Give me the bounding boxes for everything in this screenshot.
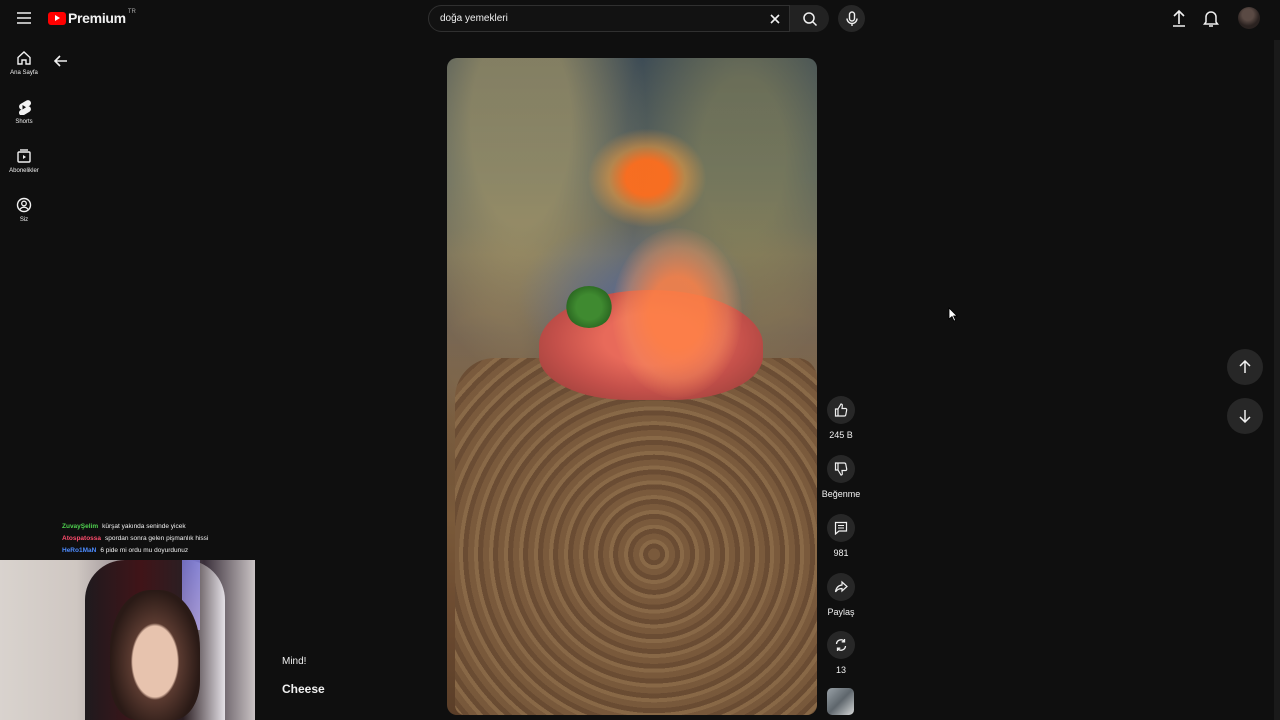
overlay-text-line2: Cheese [282, 682, 325, 696]
side-navigation: Ana Sayfa Shorts Abonelikler Siz [0, 45, 48, 241]
upload-icon[interactable] [1170, 8, 1188, 28]
shorts-icon [19, 100, 31, 115]
dislike-button[interactable]: Beğenme [820, 455, 862, 499]
shorts-video-player[interactable] [447, 58, 817, 715]
sidebar-item-you[interactable]: Siz [0, 192, 48, 241]
chat-text: kürşat yakında seninde yicek [102, 523, 186, 530]
remix-count: 13 [835, 665, 846, 675]
sidebar-item-shorts[interactable]: Shorts [0, 94, 48, 143]
top-bar: Premium TR doğa yemekleri [0, 0, 1280, 38]
share-button[interactable]: Paylaş [820, 573, 862, 617]
thumbs-down-icon [834, 462, 848, 476]
menu-icon[interactable] [14, 8, 34, 28]
search-button[interactable] [789, 5, 829, 32]
arrow-down-icon [1239, 410, 1251, 423]
share-label: Paylaş [827, 607, 855, 617]
youtube-premium-logo[interactable]: Premium TR [48, 9, 136, 26]
video-herb-garnish [565, 286, 613, 328]
brand-label: Premium [68, 10, 126, 26]
comment-icon [834, 521, 848, 535]
comments-button[interactable]: 981 [820, 514, 862, 558]
region-label: TR [127, 9, 136, 15]
dislike-label: Beğenme [821, 489, 861, 499]
search-icon [802, 11, 817, 26]
voice-search-button[interactable] [838, 5, 865, 32]
sidebar-item-subscriptions[interactable]: Abonelikler [0, 143, 48, 192]
channel-avatar[interactable] [827, 688, 854, 715]
back-arrow-icon[interactable] [52, 52, 70, 70]
chat-text: spordan sonra gelen pişmanlık hissi [105, 535, 209, 542]
notifications-icon[interactable] [1202, 8, 1220, 28]
microphone-icon [845, 10, 858, 26]
account-avatar[interactable] [1238, 7, 1260, 29]
remix-icon [835, 639, 847, 651]
comment-count: 981 [833, 548, 849, 558]
video-flame [587, 128, 707, 228]
search-box: doğa yemekleri [428, 5, 829, 32]
next-short-button[interactable] [1227, 398, 1263, 434]
video-fire-burst [612, 228, 742, 398]
webcam-streamer [110, 590, 200, 720]
thumbs-up-icon [834, 403, 848, 417]
remix-button[interactable]: 13 [820, 631, 862, 675]
clear-search-icon[interactable] [768, 12, 782, 26]
page-scrollbar[interactable] [1274, 40, 1280, 720]
chat-message: HeRo1MaN 6 pide mi ordu mu doyurdunuz [62, 545, 208, 557]
previous-short-button[interactable] [1227, 349, 1263, 385]
sidebar-item-label: Siz [19, 217, 29, 223]
chat-username: HeRo1MaN [62, 547, 97, 554]
account-icon [16, 197, 32, 213]
sidebar-item-label: Abonelikler [9, 168, 39, 174]
streamer-webcam [0, 560, 255, 720]
search-input[interactable]: doğa yemekleri [440, 13, 508, 24]
chat-message: Atospatossa spordan sonra gelen pişmanlık… [62, 533, 208, 545]
sidebar-item-label: Ana Sayfa [10, 70, 38, 76]
video-cutting-board [455, 358, 817, 715]
like-count: 245 B [829, 430, 853, 440]
arrow-up-icon [1239, 360, 1251, 373]
like-button[interactable]: 245 B [820, 396, 862, 440]
share-icon [834, 580, 848, 593]
overlay-text-line1: Mind! [282, 656, 307, 667]
mouse-cursor-icon [948, 307, 958, 322]
home-icon [17, 51, 31, 65]
subscriptions-icon [17, 149, 31, 163]
chat-text: 6 pide mi ordu mu doyurdunuz [100, 547, 189, 554]
chat-username: ZuvayŞelim [62, 523, 99, 530]
chat-username: Atospatossa [62, 535, 102, 542]
sidebar-item-home[interactable]: Ana Sayfa [0, 45, 48, 94]
youtube-logo-icon [48, 11, 66, 25]
stream-chat-overlay: ZuvayŞelim kürşat yakında seninde yicek A… [62, 521, 208, 557]
sidebar-item-label: Shorts [15, 119, 33, 125]
chat-message: ZuvayŞelim kürşat yakında seninde yicek [62, 521, 208, 533]
